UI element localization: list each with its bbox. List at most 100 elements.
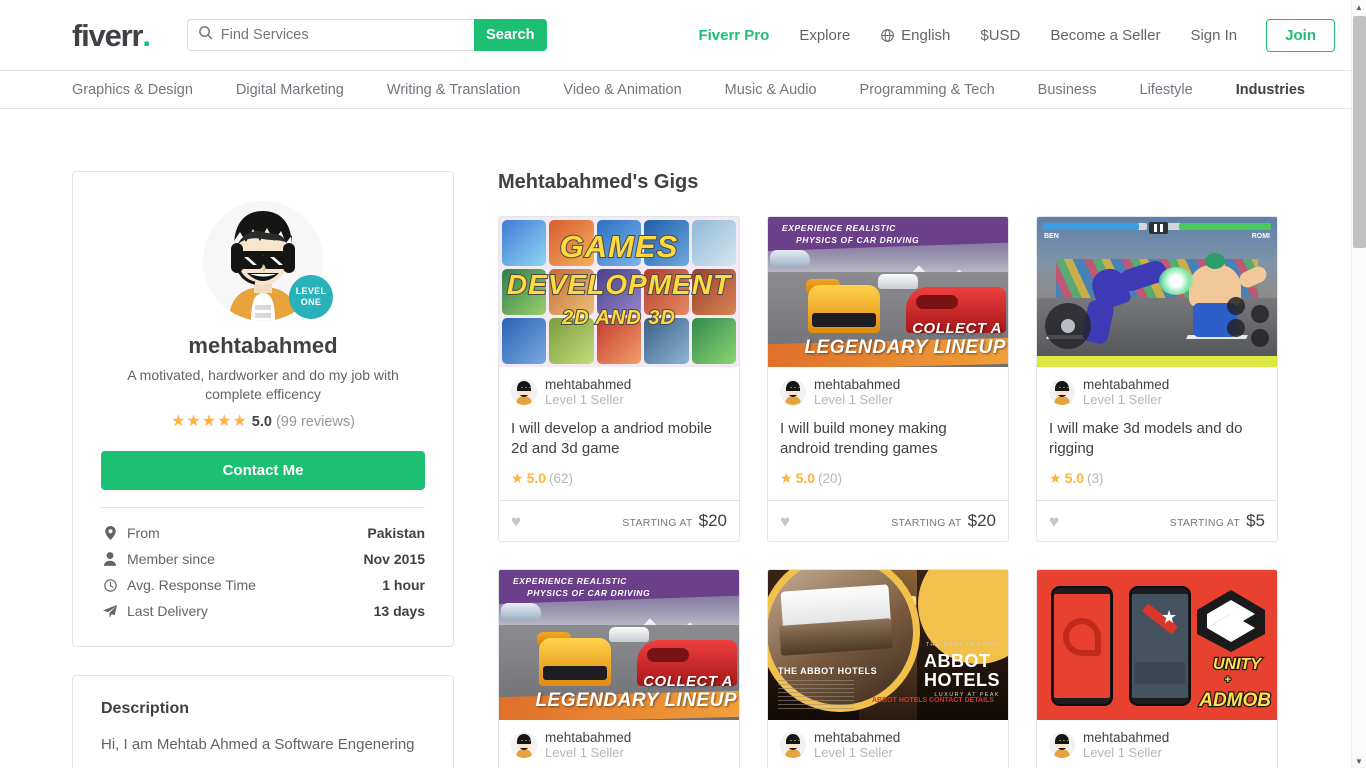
site-header: fiverr. Search Fiverr Pro Explore [0,0,1351,71]
gig-seller[interactable]: mehtabahmed Level 1 Seller [780,730,996,760]
search-icon [198,25,213,45]
gig-seller[interactable]: mehtabahmed Level 1 Seller [1049,377,1265,407]
contact-me-button[interactable]: Contact Me [101,451,425,490]
seller-avatar-icon [511,379,537,405]
seller-profile-card: LEVEL ONE mehtabahmed A motivated, hardw… [72,171,454,647]
thumb-text-collect: COLLECT A [643,673,733,690]
seller-meta: mehtabahmed Level 1 Seller [814,730,900,760]
category-graphics-design[interactable]: Graphics & Design [72,82,193,98]
gig-seller-level: Level 1 Seller [814,745,893,760]
category-video-animation[interactable]: Video & Animation [563,82,681,98]
page-scrollbar[interactable]: ▲ ▼ [1351,0,1366,768]
gig-title[interactable]: I will build money making android trendi… [780,419,996,459]
gig-seller[interactable]: mehtabahmed Level 1 Seller [511,377,727,407]
gig-footer: ♥ STARTING AT $20 [768,500,1008,541]
gig-grid: GAMES DEVELOPMENT 2D AND 3D mehtabahmed … [498,216,1279,768]
user-icon [101,552,119,566]
gig-seller-name: mehtabahmed [1083,377,1170,392]
gig-price-wrapper: STARTING AT $5 [1170,511,1265,531]
location-pin-icon [101,526,119,540]
gig-title[interactable]: I will develop a andriod mobile 2d and 3… [511,419,727,459]
category-programming-tech[interactable]: Programming & Tech [860,82,995,98]
star-rating-icon: ★★★★★ [171,413,248,430]
gig-card[interactable]: EXPERIENCE REALISTIC PHYSICS OF CAR DRIV… [767,216,1009,542]
search-input[interactable] [220,27,451,43]
car-racing-game-thumbnail: EXPERIENCE REALISTIC PHYSICS OF CAR DRIV… [499,570,739,720]
search-input-wrapper[interactable] [186,19,474,51]
heart-icon[interactable]: ♥ [1049,513,1059,530]
nav-language[interactable]: English [865,27,965,44]
main-content: LEVEL ONE mehtabahmed A motivated, hardw… [0,109,1351,768]
rating-count: (99 reviews) [275,414,355,430]
gig-seller-level: Level 1 Seller [1083,745,1162,760]
star-icon: ★ [511,470,524,486]
seller-avatar-icon [780,379,806,405]
nav-currency[interactable]: $USD [965,27,1035,44]
description-body: Hi, I am Mehtab Ahmed a Software Engener… [101,736,415,753]
thumb-text-development: DEVELOPMENT [506,268,732,301]
scroll-down-arrow-icon[interactable]: ▼ [1352,754,1366,768]
gig-card[interactable]: ★ UNITY + ADMOB mehtabahmed Level 1 Sell… [1036,569,1278,768]
gig-title[interactable]: I will make 3d models and do rigging [1049,419,1265,459]
gig-seller-level: Level 1 Seller [814,392,893,407]
category-writing-translation[interactable]: Writing & Translation [387,82,521,98]
thumb-text-plus: + [1223,673,1232,687]
category-digital-marketing[interactable]: Digital Marketing [236,82,344,98]
gig-card[interactable]: BEN ROMI mehtabahmed Level 1 Seller I wi… [1036,216,1278,542]
seller-avatar-icon [1049,379,1075,405]
thumb-text-the-abbot-hotels: THE ABBOT HOTELS [778,666,878,676]
nav-language-label: English [901,26,951,44]
gig-card[interactable]: GAMES DEVELOPMENT 2D AND 3D mehtabahmed … [498,216,740,542]
thumb-text-abbot-small: ABBOT HOTELS [872,697,928,704]
seller-stats: From Pakistan Member since Nov 2015 Avg.… [101,507,425,624]
logo-dot: . [142,17,151,53]
seller-avatar-icon [780,732,806,758]
gig-rating-score: 5.0 [1064,470,1085,486]
gig-seller[interactable]: mehtabahmed Level 1 Seller [780,377,996,407]
nav-fiverr-pro[interactable]: Fiverr Pro [698,27,784,44]
clock-icon [101,578,119,592]
search-button[interactable]: Search [473,19,547,51]
nav-sign-in[interactable]: Sign In [1175,27,1252,44]
send-icon [101,604,119,618]
heart-icon[interactable]: ♥ [780,513,790,530]
seller-tagline: A motivated, hardworker and do my job wi… [127,367,399,402]
gig-card[interactable]: THE BEST IN TOWN ABBOT HOTELS LUXURY AT P… [767,569,1009,768]
gig-card[interactable]: EXPERIENCE REALISTIC PHYSICS OF CAR DRIV… [498,569,740,768]
thumb-text-tagline: EXPERIENCE REALISTIC PHYSICS OF CAR DRIV… [782,223,920,245]
description-title: Description [101,700,190,717]
starting-at-label: STARTING AT [622,517,693,529]
category-industries[interactable]: Industries [1236,82,1305,98]
gig-rating: ★ 5.0 (3) [1049,470,1265,494]
browser-page: fiverr. Search Fiverr Pro Explore [0,0,1366,768]
stat-from-value: Pakistan [367,525,425,541]
thumb-text-lineup: LEGENDARY LINEUP [804,337,1006,358]
heart-icon[interactable]: ♥ [511,513,521,530]
category-music-audio[interactable]: Music & Audio [725,82,817,98]
seller-rating: ★★★★★ 5.0 (99 reviews) [101,413,425,431]
nav-explore[interactable]: Explore [784,27,865,44]
gigs-section: Mehtabahmed's Gigs GAMES DEVELOPMENT 2D … [498,171,1279,768]
gig-price: $20 [698,511,727,530]
join-button[interactable]: Join [1266,18,1335,52]
gig-seller-name: mehtabahmed [545,730,632,745]
fiverr-logo[interactable]: fiverr. [72,17,151,53]
seller-username: mehtabahmed [188,333,338,358]
gig-seller-level: Level 1 Seller [545,392,624,407]
gig-price-wrapper: STARTING AT $20 [622,511,727,531]
category-nav: Graphics & Design Digital Marketing Writ… [0,71,1351,109]
category-lifestyle[interactable]: Lifestyle [1140,82,1193,98]
scrollbar-thumb[interactable] [1353,16,1366,248]
level-badge: LEVEL ONE [289,275,333,319]
nav-become-a-seller[interactable]: Become a Seller [1035,27,1175,44]
unity-logo-icon [1197,590,1265,652]
scroll-up-arrow-icon[interactable]: ▲ [1352,0,1366,14]
gig-body: mehtabahmed Level 1 Seller I will develo… [499,367,739,500]
gig-seller[interactable]: mehtabahmed Level 1 Seller [1049,730,1265,760]
gig-seller[interactable]: mehtabahmed Level 1 Seller [511,730,727,760]
category-business[interactable]: Business [1038,82,1097,98]
stat-last-delivery-value: 13 days [373,603,425,619]
gig-seller-name: mehtabahmed [814,730,901,745]
gigs-section-title: Mehtabahmed's Gigs [498,171,699,193]
gig-rating-count: (3) [1087,470,1104,486]
